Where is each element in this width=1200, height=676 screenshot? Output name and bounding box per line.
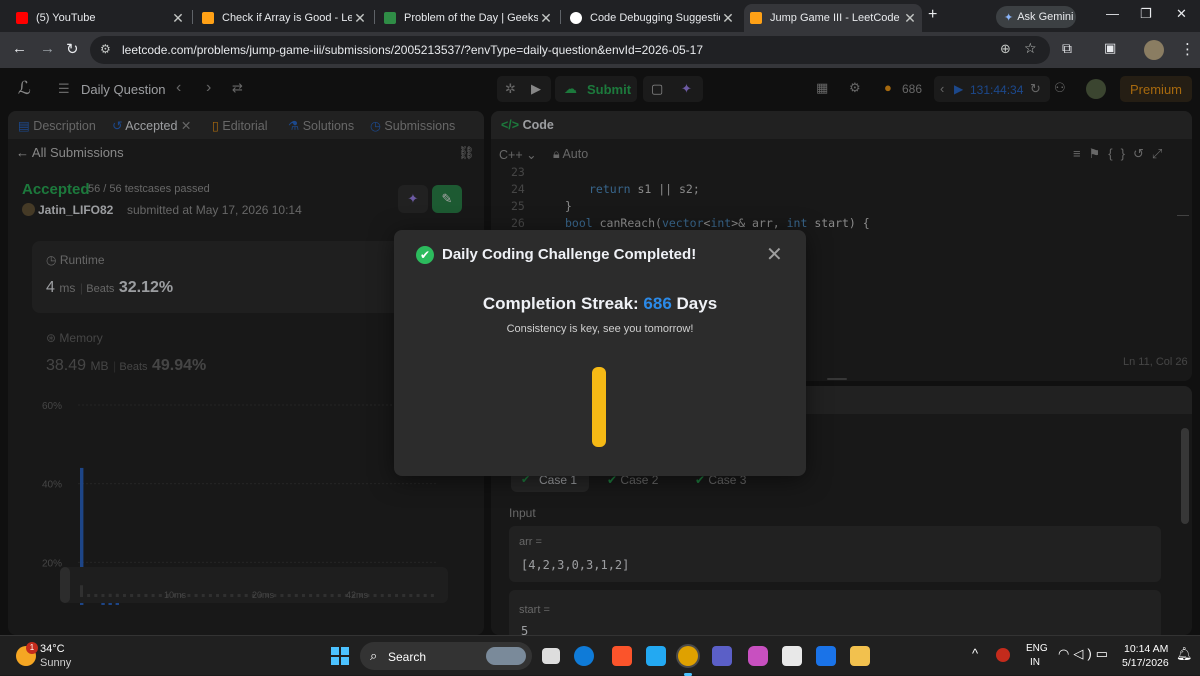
vscode-icon[interactable] xyxy=(646,646,666,666)
copilot-icon[interactable] xyxy=(748,646,768,666)
weather-text: Sunny xyxy=(40,657,72,669)
region-code: IN xyxy=(1030,657,1040,668)
address-bar-row: ← → ↻ ⚙ leetcode.com/problems/jump-game-… xyxy=(0,32,1200,68)
close-icon[interactable]: ✕ xyxy=(352,10,368,27)
task-view-icon[interactable] xyxy=(542,648,560,664)
tab-title: (5) YouTube xyxy=(36,12,96,24)
volume-icon: ◁) xyxy=(1073,646,1096,661)
reading-list-icon[interactable]: ▣ xyxy=(1104,40,1116,56)
tab-title: Code Debugging Suggestions xyxy=(590,12,720,24)
reload-icon[interactable]: ↻ xyxy=(66,40,79,58)
minimize-icon[interactable]: — xyxy=(1106,6,1119,21)
youtube-icon xyxy=(16,12,28,24)
close-icon[interactable]: ✕ xyxy=(902,10,918,27)
tab-title: Problem of the Day | GeeksforG xyxy=(404,12,538,24)
battery-icon: ▭ xyxy=(1095,646,1112,661)
store-icon[interactable] xyxy=(782,646,802,666)
close-icon[interactable]: ✕ xyxy=(720,10,736,27)
omnibox[interactable]: ⚙ leetcode.com/problems/jump-game-iii/su… xyxy=(90,36,1050,64)
streak-line: Completion Streak: 686 Days xyxy=(394,294,806,314)
teams-icon[interactable] xyxy=(712,646,732,666)
menu-icon[interactable]: ⋮ xyxy=(1180,40,1195,58)
clock-date: 5/17/2026 xyxy=(1122,657,1169,669)
windows-taskbar: 1 34°C Sunny ⌕ Search ^ ENG IN ◠◁)▭ 10:1… xyxy=(0,635,1200,676)
wifi-icon: ◠ xyxy=(1058,646,1074,661)
app-icon[interactable] xyxy=(816,646,836,666)
new-tab-button[interactable]: + xyxy=(928,6,937,24)
site-info-icon[interactable]: ⚙ xyxy=(100,42,111,56)
clock-time[interactable]: 10:14 AM xyxy=(1124,643,1168,655)
bookmark-star-icon[interactable]: ☆ xyxy=(1024,40,1037,57)
geeksforgeeks-icon xyxy=(384,12,396,24)
zoom-icon[interactable]: ⊕ xyxy=(1000,41,1011,57)
url-text: leetcode.com/problems/jump-game-iii/subm… xyxy=(122,43,704,57)
modal-close-icon[interactable]: ✕ xyxy=(766,242,783,267)
edge-icon[interactable] xyxy=(574,646,594,666)
close-icon[interactable]: ✕ xyxy=(170,10,186,27)
windows-start-icon[interactable] xyxy=(331,647,349,665)
file-explorer-icon[interactable] xyxy=(850,646,870,666)
modal-message: Consistency is key, see you tomorrow! xyxy=(506,323,694,335)
temperature: 34°C xyxy=(40,643,65,655)
language-code[interactable]: ENG xyxy=(1026,643,1048,654)
tray-chevron-icon[interactable]: ^ xyxy=(972,646,978,661)
forward-icon[interactable]: → xyxy=(40,40,55,57)
tab-title: Check if Array is Good - LeetCo xyxy=(222,12,352,24)
close-window-icon[interactable]: ✕ xyxy=(1176,6,1187,22)
taskbar-search[interactable]: ⌕ Search xyxy=(360,642,532,670)
ask-gemini-label: Ask Gemini xyxy=(1017,11,1074,23)
tab-geeksforgeeks[interactable]: Problem of the Day | GeeksforG ✕ xyxy=(378,4,558,32)
search-icon: ⌕ xyxy=(370,648,378,663)
search-label: Search xyxy=(388,650,427,664)
tab-title: Jump Game III - LeetCode xyxy=(770,12,900,24)
tab-code-debugging[interactable]: Code Debugging Suggestions ✕ xyxy=(564,4,740,32)
extensions-icon[interactable]: ⧉ xyxy=(1062,40,1072,57)
success-check-icon: ✔ xyxy=(416,246,434,264)
leetcode-icon xyxy=(202,12,214,24)
notification-badge: 1 xyxy=(26,642,38,654)
restore-icon[interactable]: ❐ xyxy=(1140,6,1152,22)
gemini-icon: ✦ xyxy=(1004,11,1014,24)
tab-jump-game[interactable]: Jump Game III - LeetCode ✕ xyxy=(744,4,922,32)
leetcode-icon xyxy=(750,12,762,24)
daily-challenge-modal: ✔ Daily Coding Challenge Completed! ✕ Co… xyxy=(394,230,806,476)
streak-label: Completion Streak: xyxy=(482,294,639,313)
tray-app-icon[interactable] xyxy=(996,648,1010,662)
modal-title: Daily Coding Challenge Completed! xyxy=(442,246,697,263)
ask-gemini-button[interactable]: ✦ Ask Gemini xyxy=(996,6,1076,28)
tab-youtube[interactable]: (5) YouTube ✕ xyxy=(10,4,190,32)
streak-flame-animation xyxy=(592,367,606,447)
notification-bell-icon[interactable]: 🔔︎ xyxy=(1176,646,1193,662)
streak-unit: Days xyxy=(676,294,718,313)
chatgpt-icon xyxy=(570,12,582,24)
profile-avatar[interactable] xyxy=(1144,40,1164,60)
system-tray[interactable]: ◠◁)▭ xyxy=(1058,646,1112,662)
streak-value: 686 xyxy=(643,294,672,313)
chrome-icon[interactable] xyxy=(678,646,698,666)
close-icon[interactable]: ✕ xyxy=(538,10,554,27)
search-highlight-image xyxy=(486,647,526,665)
back-icon[interactable]: ← xyxy=(12,40,27,57)
brave-icon[interactable] xyxy=(612,646,632,666)
tab-check-array[interactable]: Check if Array is Good - LeetCo ✕ xyxy=(196,4,372,32)
browser-tab-strip: (5) YouTube ✕ Check if Array is Good - L… xyxy=(0,0,1200,32)
